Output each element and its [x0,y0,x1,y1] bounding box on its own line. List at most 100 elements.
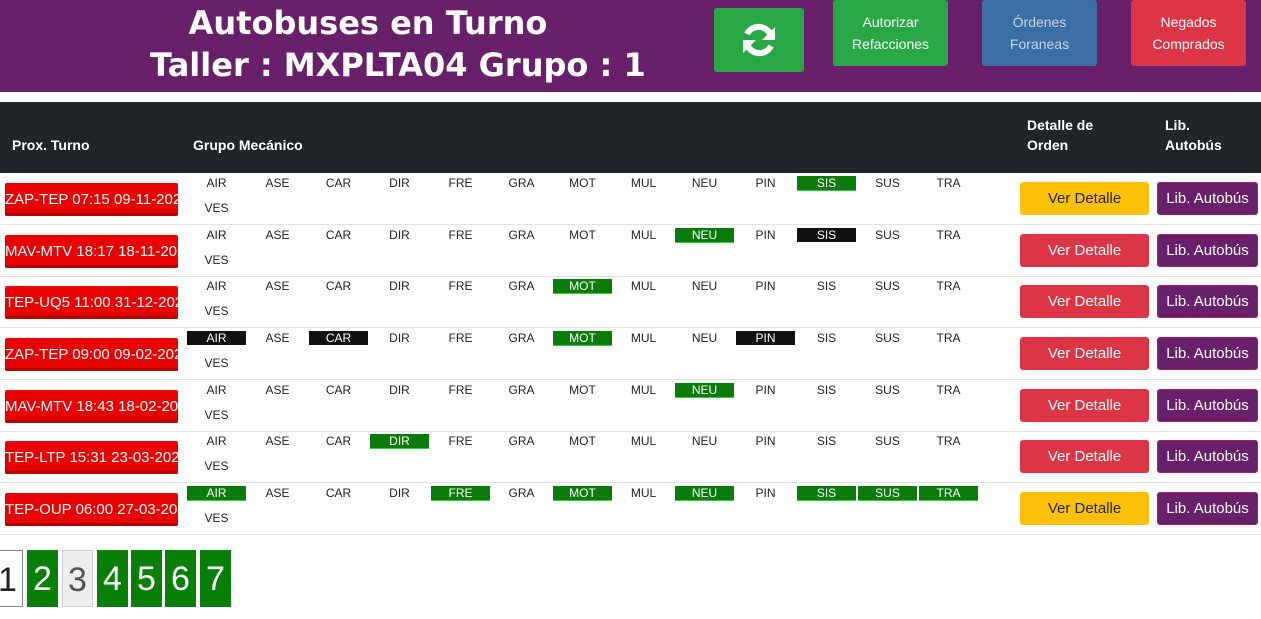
group-tag-pin: PIN [736,331,795,345]
lib-autobus-button[interactable]: Lib. Autobús [1157,182,1258,215]
group-tag-sus: SUS [875,228,900,242]
autorizar-refacciones-label: Autorizar Refacciones [851,14,930,52]
table-row: MAV-MTV 18:43 18-02-2023 AIR ASE CAR DIR FRE G… [0,380,1261,432]
header-bar: Autobuses en Turno Taller : MXPLTA04 Gru… [0,0,1261,92]
group-tag-ves: VES [204,511,229,525]
group-tag-fre: FRE [448,279,473,293]
group-tag-ves: VES [204,201,229,215]
group-tag-neu: NEU [691,176,718,190]
group-tag-fre: FRE [448,176,473,190]
lib-autobus-button[interactable]: Lib. Autobús [1157,337,1258,370]
group-tag-neu: NEU [691,434,718,448]
group-tag-tra: TRA [936,176,961,190]
group-tag-tra: TRA [936,228,961,242]
group-tag-sus: SUS [875,434,900,448]
group-tag-fre: FRE [448,383,473,397]
ordenes-foraneas-label: Órdenes Foraneas [1009,14,1070,52]
group-tag-mul: MUL [630,486,657,500]
group-tag-dir: DIR [389,486,410,500]
page-subtitle: Taller : MXPLTA04 Grupo : 1 [150,46,646,84]
table-row: MAV-MTV 18:17 18-11-2022 AIR ASE CAR DIR FRE G… [0,225,1261,277]
group-tag-ase: ASE [265,279,290,293]
page-button-1[interactable]: 1 [0,550,23,607]
group-tag-gra: GRA [508,486,535,500]
lib-autobus-button[interactable]: Lib. Autobús [1157,440,1258,473]
ver-detalle-button[interactable]: Ver Detalle [1020,337,1149,370]
group-tag-air: AIR [206,176,227,190]
ver-detalle-button[interactable]: Ver Detalle [1020,182,1149,215]
group-tag-ves: VES [204,253,229,267]
refresh-button[interactable] [714,8,804,72]
negados-comprados-button[interactable]: Negados Comprados [1131,0,1246,66]
ver-detalle-button[interactable]: Ver Detalle [1020,389,1149,422]
group-tag-mul: MUL [630,279,657,293]
table-row: TEP-OUP 06:00 27-03-2023 AIR ASE CAR DIR FRE G… [0,483,1261,535]
ver-detalle-button[interactable]: Ver Detalle [1020,440,1149,473]
group-tag-air: AIR [206,279,227,293]
autorizar-refacciones-button[interactable]: Autorizar Refacciones [833,0,948,66]
group-tag-gra: GRA [508,383,535,397]
page-button-6[interactable]: 6 [165,550,196,607]
header-grupo-mecanico: Grupo Mecánico [193,137,303,153]
prox-turno-badge: MAV-MTV 18:17 18-11-2022 [5,235,178,268]
group-tag-sis: SIS [816,434,837,448]
group-tag-mot: MOT [553,486,612,501]
group-tag-mul: MUL [630,228,657,242]
group-tag-ase: ASE [265,228,290,242]
group-tag-sis: SIS [816,279,837,293]
header-prox-turno: Prox. Turno [12,137,90,153]
page-button-2[interactable]: 2 [27,550,58,607]
group-tag-tra: TRA [936,331,961,345]
ver-detalle-button[interactable]: Ver Detalle [1020,234,1149,267]
ver-detalle-button[interactable]: Ver Detalle [1020,285,1149,318]
group-tag-gra: GRA [508,176,535,190]
lib-autobus-button[interactable]: Lib. Autobús [1157,234,1258,267]
ordenes-foraneas-button[interactable]: Órdenes Foraneas [982,0,1097,66]
group-tag-sis: SIS [797,486,856,501]
group-tag-car: CAR [325,228,352,242]
group-tag-gra: GRA [508,279,535,293]
group-tag-mot: MOT [569,383,596,397]
group-tag-air: AIR [206,434,227,448]
table-row: ZAP-TEP 07:15 09-11-2022 AIR ASE CAR DIR FRE G… [0,173,1261,225]
group-tag-pin: PIN [755,228,776,242]
group-tag-fre: FRE [431,486,490,501]
group-tag-pin: PIN [755,176,776,190]
table-header: Prox. Turno Grupo Mecánico Detalle de Or… [0,102,1261,173]
group-tag-car: CAR [325,486,352,500]
group-tag-ves: VES [204,459,229,473]
group-tag-air: AIR [187,331,246,345]
page-button-5[interactable]: 5 [131,550,162,607]
prox-turno-badge: TEP-OUP 06:00 27-03-2023 [5,493,178,526]
group-tag-car: CAR [325,434,352,448]
ver-detalle-button[interactable]: Ver Detalle [1020,492,1149,525]
prox-turno-badge: TEP-UQ5 11:00 31-12-2022 [5,286,178,319]
lib-autobus-button[interactable]: Lib. Autobús [1157,389,1258,422]
group-tag-ves: VES [204,408,229,422]
group-tag-car: CAR [325,383,352,397]
group-tag-pin: PIN [755,279,776,293]
lib-autobus-button[interactable]: Lib. Autobús [1157,285,1258,318]
table-row: ZAP-TEP 09:00 09-02-2023 AIR ASE CAR DIR FRE G… [0,328,1261,380]
group-tag-mot: MOT [569,176,596,190]
lib-autobus-button[interactable]: Lib. Autobús [1157,492,1258,525]
header-detalle-orden: Detalle de Orden [1027,117,1094,153]
group-tag-mot: MOT [569,228,596,242]
group-tag-mul: MUL [630,331,657,345]
group-tag-mot: MOT [569,434,596,448]
group-tag-pin: PIN [755,383,776,397]
group-tag-gra: GRA [508,434,535,448]
group-tag-dir: DIR [389,176,410,190]
group-tag-fre: FRE [448,434,473,448]
page-button-4[interactable]: 4 [97,550,128,607]
group-tag-ase: ASE [265,176,290,190]
group-tag-tra: TRA [936,434,961,448]
group-tag-neu: NEU [675,228,734,243]
group-tag-dir: DIR [370,434,429,449]
page-button-3[interactable]: 3 [62,550,93,607]
group-tag-fre: FRE [448,228,473,242]
group-tag-mul: MUL [630,434,657,448]
page-button-7[interactable]: 7 [200,550,231,607]
group-tag-mot: MOT [553,279,612,294]
group-tag-ase: ASE [265,434,290,448]
